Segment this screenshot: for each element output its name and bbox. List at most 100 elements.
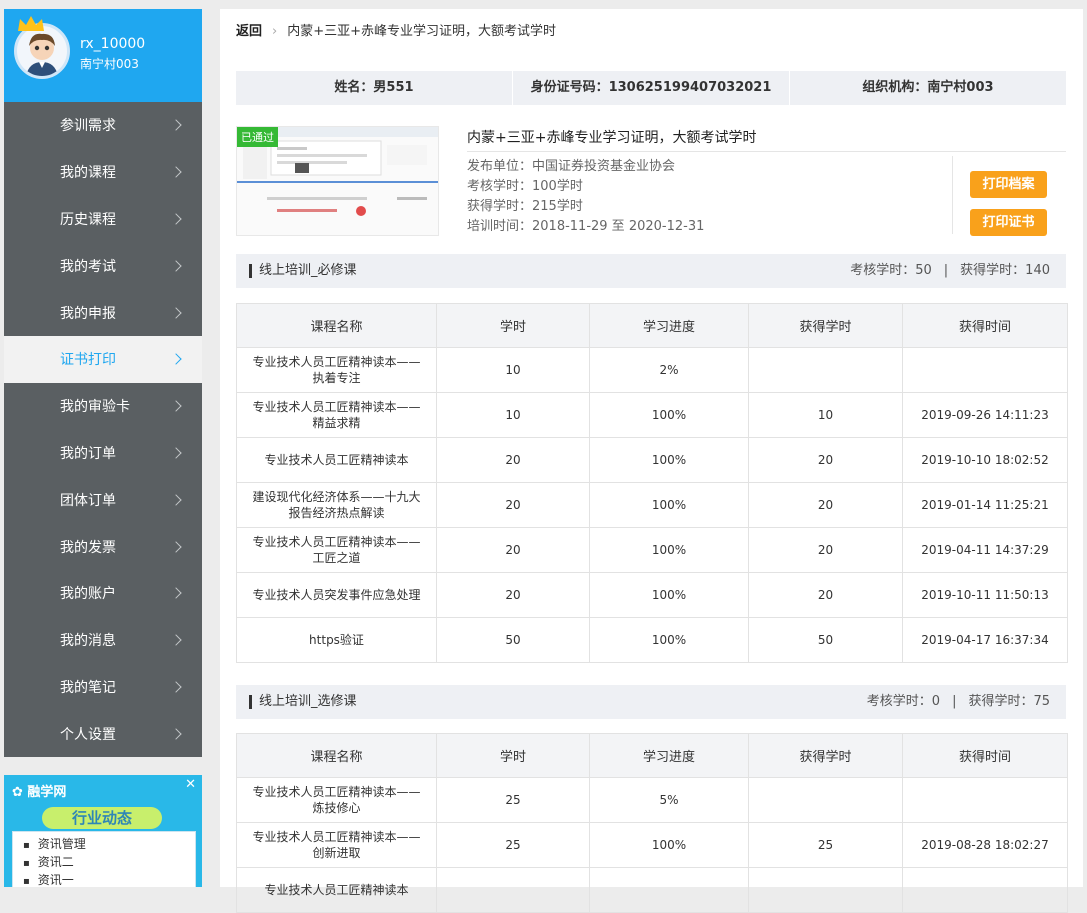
column-header: 学习进度 [589, 303, 749, 348]
divider [952, 156, 953, 234]
sidebar-item-review-card[interactable]: 我的审验卡 [4, 383, 202, 430]
progress-cell: 100% [589, 572, 749, 618]
hours-cell: 20 [436, 527, 590, 573]
progress-cell: 100% [589, 527, 749, 573]
column-header: 获得时间 [902, 733, 1068, 778]
column-header: 课程名称 [236, 733, 437, 778]
earned-hours-cell: 10 [748, 392, 903, 438]
student-name: 姓名：男551 [236, 71, 513, 105]
chevron-right-icon [170, 447, 182, 459]
hours-cell: 10 [436, 392, 590, 438]
table-row: 专业技术人员工匠精神读本——执着专注 10 2% [236, 347, 1068, 393]
sidebar-item-training-needs[interactable]: 参训需求 [4, 102, 202, 149]
certificate-details: 发布单位：中国证券投资基金业协会 考核学时：100学时 获得学时：215学时 培… [467, 157, 704, 237]
hours-cell: 10 [436, 347, 590, 393]
hours-cell [436, 867, 590, 913]
user-organization: 南宁村003 [80, 57, 139, 71]
chevron-right-icon [170, 540, 182, 553]
student-id-number: 身份证号码：130625199407032021 [513, 71, 790, 105]
sidebar-item-my-applications[interactable]: 我的申报 [4, 289, 202, 336]
course-name-cell: 专业技术人员工匠精神读本——执着专注 [236, 347, 437, 393]
chevron-right-icon [170, 353, 182, 366]
main-content: 返回 › 内蒙+三亚+赤峰专业学习证明，大额考试学时 姓名：男551 身份证号码：1… [220, 9, 1083, 913]
widget-title: 行业动态 [42, 807, 162, 829]
course-name-cell: 专业技术人员工匠精神读本——炼技修心 [236, 777, 437, 823]
table-row: 专业技术人员工匠精神读本——工匠之道 20 100% 20 2019-04-11 14:… [236, 527, 1068, 573]
certificate-title: 内蒙+三亚+赤峰专业学习证明，大额考试学时 [467, 130, 757, 146]
progress-cell: 100% [589, 392, 749, 438]
progress-cell: 5% [589, 777, 749, 823]
student-organization: 组织机构：南宁村003 [862, 80, 994, 95]
table-row: 专业技术人员工匠精神读本——创新进取 25 100% 25 2019-08-28 18:… [236, 822, 1068, 868]
progress-cell: 100% [589, 482, 749, 528]
sidebar-item-history-courses[interactable]: 历史课程 [4, 196, 202, 243]
earned-time-cell [902, 777, 1068, 823]
progress-cell: 2% [589, 347, 749, 393]
chevron-right-icon [170, 119, 182, 132]
progress-cell: 100% [589, 822, 749, 868]
table-header-row: 课程名称 学时 学习进度 获得学时 获得时间 [236, 733, 1068, 778]
section-header-required: 线上培训_必修课 考核学时：50 | 获得学时：140 [236, 254, 1066, 288]
chevron-right-icon [170, 306, 182, 319]
certificate-card: 已通过 内蒙+三亚+赤峰专业学习证明，大额考试学时 发布单位：中国证券投资基金业… [236, 124, 1066, 239]
print-archive-button[interactable]: 打印档案 [970, 171, 1047, 198]
earned-hours-cell: 20 [748, 527, 903, 573]
column-header: 获得学时 [748, 733, 903, 778]
earned-time-cell [902, 347, 1068, 393]
column-header: 课程名称 [236, 303, 437, 348]
certificate-thumbnail[interactable]: 已通过 [236, 126, 439, 236]
column-header: 学习进度 [589, 733, 749, 778]
sidebar-item-my-invoices[interactable]: 我的发票 [4, 523, 202, 570]
earned-time-cell: 2019-10-11 11:50:13 [902, 572, 1068, 618]
sidebar-item-my-exams[interactable]: 我的考试 [4, 242, 202, 289]
table-row: 专业技术人员工匠精神读本——精益求精 10 100% 10 2019-09-26 14:… [236, 392, 1068, 438]
chevron-right-icon [170, 260, 182, 272]
user-profile: rx_10000 南宁村003 [4, 9, 202, 102]
earned-hours-cell [748, 867, 903, 913]
earned-time-cell: 2019-09-26 14:11:23 [902, 392, 1068, 438]
sidebar-item-my-messages[interactable]: 我的消息 [4, 617, 202, 664]
chevron-right-icon [170, 728, 182, 740]
news-item[interactable]: 资讯二 [23, 854, 185, 872]
chevron-right-icon [170, 400, 182, 412]
sidebar-item-group-orders[interactable]: 团体订单 [4, 476, 202, 523]
sidebar-item-my-notes[interactable]: 我的笔记 [4, 664, 202, 711]
earned-time-cell: 2019-10-10 18:02:52 [902, 437, 1068, 483]
chevron-right-icon [170, 681, 182, 693]
table-row: 专业技术人员突发事件应急处理 20 100% 20 2019-10-11 11:50:1… [236, 572, 1068, 618]
column-header: 获得时间 [902, 303, 1068, 348]
back-link[interactable]: 返回 [236, 24, 262, 39]
sidebar-item-my-orders[interactable]: 我的订单 [4, 430, 202, 477]
training-period: 培训时间：2018-11-29 至 2020-12-31 [467, 219, 705, 234]
print-certificate-button[interactable]: 打印证书 [970, 209, 1047, 236]
student-info-bar: 姓名：男551 身份证号码：130625199407032021 组织机构：南宁… [236, 71, 1066, 105]
hours-cell: 25 [436, 822, 590, 868]
course-name-cell: 专业技术人员工匠精神读本——创新进取 [236, 822, 437, 868]
hours-cell: 25 [436, 777, 590, 823]
close-icon[interactable]: ✕ [185, 777, 196, 792]
sidebar-item-certificate-print[interactable]: 证书打印 [4, 335, 202, 383]
earned-time-cell: 2019-08-28 18:02:27 [902, 822, 1068, 868]
passed-badge: 已通过 [237, 127, 278, 147]
section-marker [249, 695, 252, 709]
required-hours: 考核学时：100学时 [467, 179, 583, 194]
column-header: 学时 [436, 303, 590, 348]
news-item[interactable]: 资讯管理 [23, 836, 185, 854]
hours-cell: 20 [436, 482, 590, 528]
table-header-row: 课程名称 学时 学习进度 获得学时 获得时间 [236, 303, 1068, 348]
chevron-right-icon: › [272, 24, 278, 39]
news-item[interactable]: 资讯一 [23, 872, 185, 887]
sidebar-item-my-account[interactable]: 我的账户 [4, 570, 202, 617]
section-stats: 考核学时：50 | 获得学时：140 [850, 263, 1050, 278]
chevron-right-icon [170, 213, 182, 225]
earned-time-cell: 2019-01-14 11:25:21 [902, 482, 1068, 528]
course-table-required: 课程名称 学时 学习进度 获得学时 获得时间 专业技术人员工匠精神读本——执着专… [236, 303, 1068, 663]
sidebar-item-my-courses[interactable]: 我的课程 [4, 149, 202, 196]
breadcrumb-current: 内蒙+三亚+赤峰专业学习证明，大额考试学时 [287, 24, 557, 39]
progress-cell: 100% [589, 617, 749, 663]
course-name-cell: 专业技术人员工匠精神读本——工匠之道 [236, 527, 437, 573]
sidebar-item-personal-settings[interactable]: 个人设置 [4, 710, 202, 757]
course-name-cell: 专业技术人员工匠精神读本 [236, 867, 437, 913]
column-header: 获得学时 [748, 303, 903, 348]
table-row: 专业技术人员工匠精神读本 [236, 867, 1068, 913]
